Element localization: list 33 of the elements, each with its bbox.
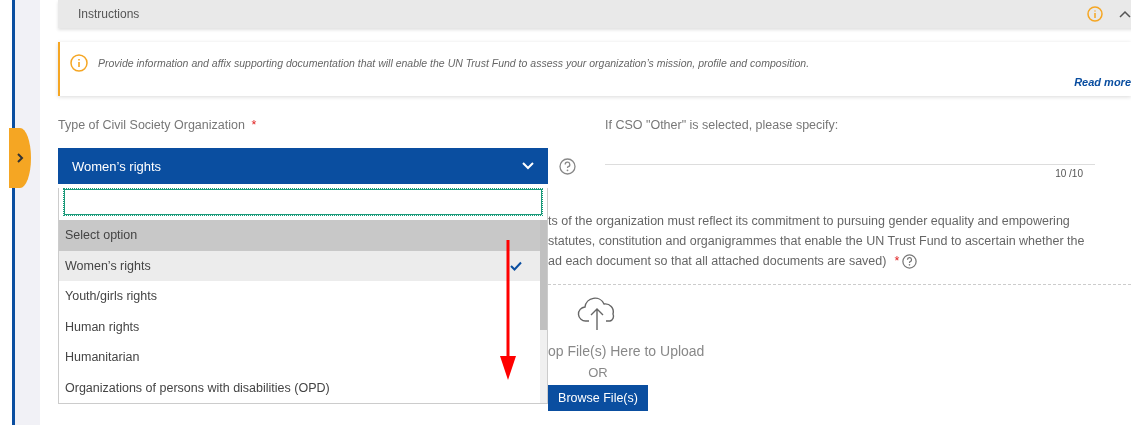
scrollbar[interactable]: [540, 220, 547, 403]
description-text: ad each document so that all attached documents are saved): [548, 253, 887, 270]
character-counter: 10 /10: [1054, 168, 1083, 179]
dropdown-option[interactable]: Organizations of persons with disabilities (OPD): [59, 372, 540, 403]
description-text: statutes, constitution and organigrammes that enable the UN Trust Fund to ascertain whether the: [548, 233, 1085, 250]
section-title: Instructions: [78, 7, 141, 21]
field-label: Type of Civil Society Organization: [58, 118, 245, 132]
read-more-link[interactable]: Read more: [1074, 76, 1131, 88]
required-mark: *: [251, 118, 257, 132]
info-text: Provide information and affix supporting documentation that will enable the UN Trust Fund to assess your organization’s mission, profile and composition.: [98, 57, 810, 69]
check-icon: [510, 260, 522, 271]
drop-text: op File(s) Here to Upload: [548, 343, 705, 359]
info-icon: [1087, 6, 1103, 22]
required-mark: *: [894, 253, 900, 270]
or-text: OR: [588, 365, 608, 380]
field-label: If CSO "Other" is selected, please specify:: [605, 118, 840, 132]
dropdown-option[interactable]: Humanitarian: [59, 342, 540, 373]
instructions-header[interactable]: Instructions: [58, 0, 1131, 28]
search-field[interactable]: [63, 188, 543, 216]
dropdown-option[interactable]: Human rights: [59, 311, 540, 342]
dropdown-option[interactable]: Youth/girls rights: [59, 281, 540, 312]
dropdown-option[interactable]: Select option: [59, 220, 540, 251]
caret-icon[interactable]: [1119, 10, 1131, 18]
chevron-icon: [16, 153, 24, 163]
type-select[interactable]: Women’s rights: [58, 148, 548, 184]
dropdown-option[interactable]: Women’s rights: [59, 250, 540, 281]
browse-button[interactable]: Browse File(s): [548, 385, 648, 411]
chevron-icon: [522, 162, 534, 170]
description-text: ts of the organization must reflect its commitment to pursuing gender equality and empowering: [548, 213, 1070, 230]
info-icon: [70, 54, 88, 72]
help-icon[interactable]: [902, 253, 918, 269]
help-icon[interactable]: [559, 158, 576, 175]
expand-tab[interactable]: [9, 128, 31, 188]
